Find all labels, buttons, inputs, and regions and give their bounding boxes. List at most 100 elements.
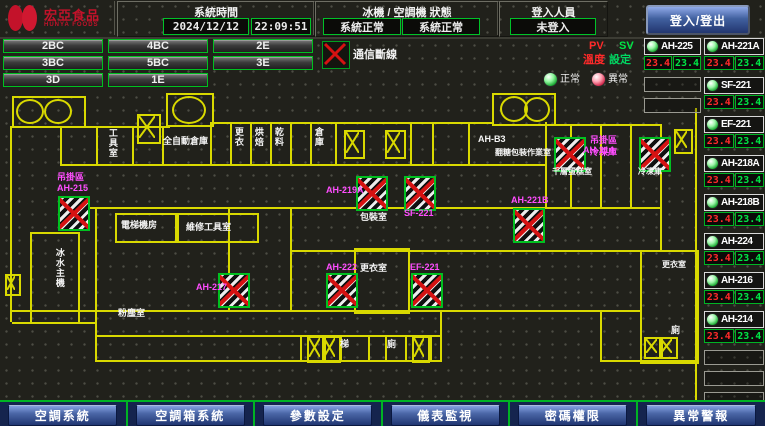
- stairs-symbol: [322, 336, 341, 363]
- unit-name-AH-224[interactable]: AH-224: [704, 233, 764, 250]
- wall-line: [430, 335, 432, 362]
- floor-button-3D[interactable]: 3D: [3, 73, 103, 87]
- room-label: 千層蛋糕室: [552, 168, 592, 177]
- equipment-circle: [172, 96, 206, 124]
- floor-button-2BC[interactable]: 2BC: [3, 39, 103, 53]
- stairs-symbol: [412, 336, 430, 363]
- room-label: 乾料: [273, 127, 283, 147]
- unit-name-EF-221[interactable]: EF-221: [704, 116, 764, 133]
- unit-block: AH-22423.423.4: [704, 233, 764, 265]
- room-label: 翻糖包裝作業室: [495, 149, 551, 158]
- wall-line: [552, 124, 662, 126]
- chiller-status-value: 系統正常: [323, 18, 401, 35]
- unit-name-label: SF-221: [721, 80, 751, 91]
- unit-block: SF-22123.423.4: [704, 77, 764, 109]
- ac-status-value: 系統正常: [402, 18, 480, 35]
- unit-pv-value: 23.4: [704, 251, 734, 265]
- pv-header: PV: [589, 41, 604, 52]
- unit-label: EF-221: [410, 263, 440, 273]
- unit-block: AH-21623.423.4: [704, 272, 764, 304]
- room-label: 烘焙: [253, 127, 263, 147]
- unit-values: 23.423.4: [704, 212, 764, 226]
- temperature-header: 溫度: [583, 55, 605, 66]
- unit-sv-value: 23.4: [735, 290, 765, 304]
- bottom-nav-cell: 儀表監視: [383, 402, 511, 426]
- nav-button-密碼權限[interactable]: 密碼權限: [518, 405, 627, 426]
- unit-name-AH-225[interactable]: AH-225: [644, 38, 701, 55]
- system-time-section: 系統時間 2024/12/12 22:09:51: [117, 1, 315, 37]
- top-bar: 宏亞食品 HUNYA FOODS 系統時間 2024/12/12 22:09:5…: [0, 0, 765, 39]
- unit-block: AH-221A23.423.4: [704, 38, 764, 70]
- unit-values: 23.423.4: [704, 329, 764, 343]
- equipment-circle: [16, 99, 44, 124]
- stairs-symbol: [5, 274, 21, 296]
- wall-box: [354, 248, 410, 314]
- legend-normal-label: 正常: [560, 75, 580, 85]
- unit-values: 23.423.4: [704, 173, 764, 187]
- unit-name-SF-221[interactable]: SF-221: [704, 77, 764, 94]
- room-label: 包裝室: [360, 213, 387, 223]
- room-label: 維修工具室: [186, 223, 231, 233]
- unit-pv-value: 23.4: [704, 212, 734, 226]
- wall-line: [290, 207, 292, 312]
- divider: [114, 1, 115, 35]
- nav-button-空調系統[interactable]: 空調系統: [8, 405, 117, 426]
- hmi-screen: 吊掛區AH-215AH-217AH-219ASF-221AH-221BAH-21…: [0, 0, 765, 426]
- nav-button-參數設定[interactable]: 參數設定: [263, 405, 372, 426]
- floor-button-2E[interactable]: 2E: [213, 39, 313, 53]
- wall-line: [290, 122, 292, 166]
- floor-button-3E[interactable]: 3E: [213, 56, 313, 70]
- unit-block: EF-22123.423.4: [704, 116, 764, 148]
- wall-line: [95, 335, 442, 337]
- room-label: 更衣: [233, 127, 243, 147]
- unit-name-label: AH-218B: [721, 197, 759, 208]
- wall-line: [440, 310, 442, 362]
- unit-block: AH-21423.423.4: [704, 311, 764, 343]
- wall-line: [600, 310, 602, 362]
- unit-sv-value: 23.4: [735, 173, 765, 187]
- room-label: 冰水主機: [54, 248, 64, 288]
- unit-label: AH-219A: [326, 186, 364, 196]
- unit-label: AH-222: [326, 263, 357, 273]
- floor-button-1E[interactable]: 1E: [108, 73, 208, 87]
- room-label: 廁: [387, 340, 396, 350]
- login-logout-button[interactable]: 登入/登出: [646, 5, 750, 35]
- unit-name-AH-214[interactable]: AH-214: [704, 311, 764, 328]
- ahu-offline-marker[interactable]: [411, 273, 443, 308]
- unit-pv-value: 23.4: [644, 56, 672, 70]
- floor-button-5BC[interactable]: 5BC: [108, 56, 208, 70]
- wall-line: [368, 335, 370, 362]
- logo-mark-icon: [6, 3, 40, 33]
- floor-button-4BC[interactable]: 4BC: [108, 39, 208, 53]
- ahu-offline-marker[interactable]: [513, 208, 545, 243]
- unit-pv-value: 23.4: [704, 134, 734, 148]
- unit-label: SF-221: [404, 209, 434, 219]
- unit-values: 23.423.4: [704, 134, 764, 148]
- unit-name-label: AH-224: [721, 236, 752, 247]
- logo-subtitle: HUNYA FOODS: [44, 22, 100, 28]
- unit-name-AH-221A[interactable]: AH-221A: [704, 38, 764, 55]
- comm-loss-label: 通信斷線: [353, 50, 397, 61]
- ahu-offline-marker[interactable]: [326, 273, 358, 308]
- room-label: 冷凍庫: [638, 168, 662, 177]
- bottom-nav-cell: 參數設定: [255, 402, 383, 426]
- wall-line: [250, 122, 252, 166]
- normal-led-icon: [543, 72, 558, 87]
- unit-name-AH-218A[interactable]: AH-218A: [704, 155, 764, 172]
- unit-name-label: AH-218A: [721, 158, 759, 169]
- stairs-symbol: [344, 130, 365, 159]
- unit-pv-value: 23.4: [704, 173, 734, 187]
- floor-button-3BC[interactable]: 3BC: [3, 56, 103, 70]
- floor-select-buttons: 2BC 4BC 2E 3BC 5BC 3E 3D 1E: [3, 39, 313, 87]
- wall-line: [310, 122, 312, 166]
- unit-name-label: AH-221A: [721, 41, 759, 52]
- unit-sv-value: 23.4: [735, 56, 765, 70]
- nav-button-異常警報[interactable]: 異常警報: [646, 405, 756, 426]
- unit-name-AH-216[interactable]: AH-216: [704, 272, 764, 289]
- ahu-offline-marker[interactable]: [58, 196, 90, 231]
- ahu-offline-marker[interactable]: [404, 176, 436, 211]
- nav-button-空調箱系統[interactable]: 空調箱系統: [136, 405, 245, 426]
- unit-name-AH-218B[interactable]: AH-218B: [704, 194, 764, 211]
- nav-button-儀表監視[interactable]: 儀表監視: [391, 405, 500, 426]
- unit-sv-value: 23.4: [735, 212, 765, 226]
